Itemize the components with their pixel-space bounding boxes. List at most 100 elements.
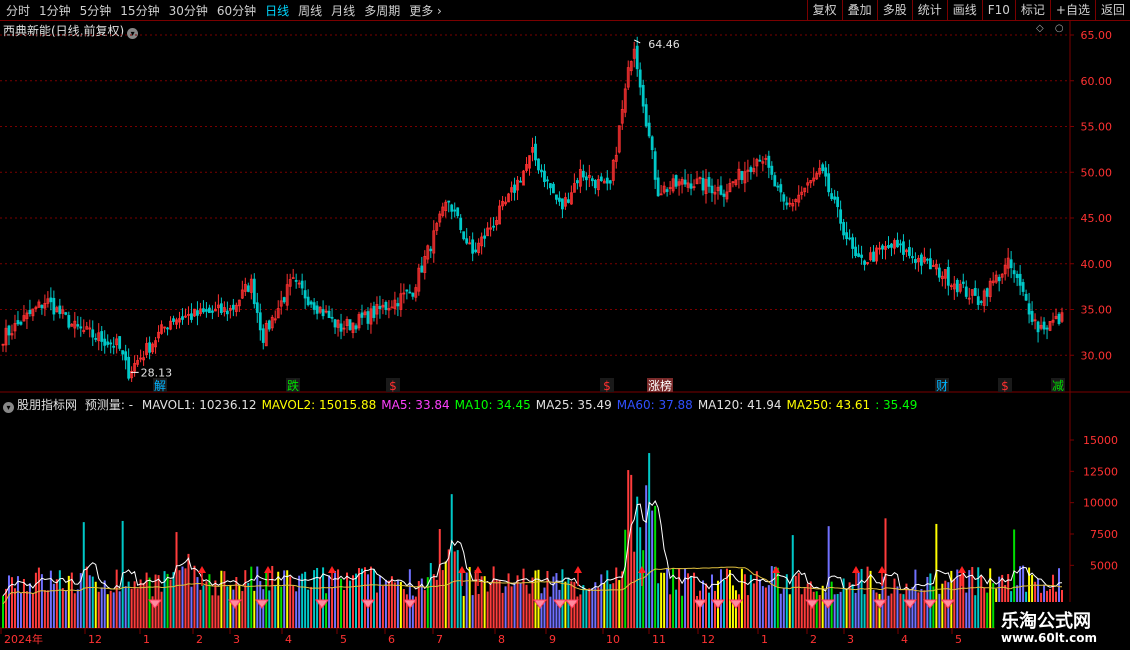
volume-bar — [232, 589, 235, 628]
volume-bar — [396, 580, 399, 628]
volume-bar — [322, 567, 325, 628]
volume-bar — [519, 582, 522, 628]
volume-bar — [205, 581, 208, 628]
up-arrow-icon — [574, 566, 582, 573]
volume-bar — [884, 518, 887, 628]
candle-body — [312, 302, 316, 310]
candle-body — [653, 151, 657, 180]
volume-bar — [40, 574, 43, 628]
candle-body — [919, 254, 923, 266]
volume-bar — [372, 569, 375, 628]
candle-body — [590, 178, 594, 182]
volume-bar — [657, 583, 660, 628]
candle-body — [707, 177, 711, 187]
candle-body — [946, 266, 950, 286]
candle-body — [710, 185, 714, 194]
candle-body — [465, 238, 469, 244]
volume-bar — [956, 569, 959, 628]
volume-bar — [713, 590, 716, 628]
volume-bar — [794, 575, 797, 628]
volume-bar — [438, 529, 441, 628]
volume-bar — [13, 588, 16, 628]
volume-bar — [363, 567, 366, 628]
price-tick-label: 35.00 — [1081, 304, 1113, 317]
candle-body — [1009, 259, 1013, 269]
x-axis-label: 11 — [652, 633, 666, 646]
volume-bar — [678, 568, 681, 628]
volume-bar — [85, 566, 88, 628]
candle-body — [857, 253, 860, 257]
high-price-label: 64.46 — [648, 38, 680, 51]
candle-body — [842, 222, 846, 236]
candle-body — [327, 310, 331, 319]
volume-bar — [489, 584, 492, 628]
volume-bar — [740, 568, 743, 628]
volume-bar — [106, 594, 109, 628]
x-axis-label: 8 — [498, 633, 505, 646]
candle-body — [833, 196, 837, 200]
volume-bar — [663, 572, 666, 628]
volume-bar — [857, 572, 860, 628]
candle-body — [566, 199, 570, 203]
volume-bar — [968, 570, 971, 628]
volume-bar — [758, 579, 761, 628]
volume-bar — [785, 574, 788, 628]
volume-bar — [986, 592, 989, 628]
candle-body — [348, 319, 352, 330]
volume-bar — [82, 522, 85, 628]
candle-body — [28, 309, 32, 314]
candle-body — [196, 310, 199, 316]
volume-bar — [441, 570, 444, 628]
candle-body — [719, 185, 723, 195]
candle-body — [225, 310, 229, 315]
volume-bar — [782, 588, 785, 628]
volume-bar — [352, 575, 355, 628]
candle-body — [519, 180, 522, 183]
volume-bar — [214, 580, 217, 628]
volume-bar — [124, 586, 127, 628]
volume-bar — [244, 570, 247, 628]
volume-bar — [507, 573, 510, 628]
candle-body — [928, 258, 932, 270]
volume-bar — [133, 581, 136, 628]
volume-bar — [43, 590, 46, 628]
volume-bar — [193, 565, 196, 628]
candle-body — [181, 316, 184, 320]
candle-body — [246, 285, 250, 292]
chart-canvas[interactable]: 65.00 60.00 55.00 50.00 45.00 40.00 35.00 30.00… — [0, 0, 1130, 650]
candle-body — [291, 277, 295, 280]
candle-body — [76, 324, 80, 327]
candle-body — [773, 175, 777, 187]
candle-body — [471, 239, 475, 254]
volume-bar — [435, 579, 438, 628]
candle-body — [67, 315, 71, 328]
candle-body — [339, 323, 343, 332]
candle-body — [851, 237, 854, 249]
x-axis-label: 7 — [436, 633, 443, 646]
volume-bar — [103, 580, 106, 628]
candle-body — [79, 326, 83, 329]
volume-bar — [220, 570, 223, 628]
candle-body — [396, 303, 400, 307]
volume-bar — [989, 568, 992, 628]
volume-bar — [800, 594, 803, 628]
volume-bar — [172, 572, 175, 628]
diamond-signal-icon — [729, 599, 743, 609]
price-tick-label: 30.00 — [1081, 349, 1113, 362]
x-axis-label: 12 — [88, 633, 102, 646]
volume-bar — [211, 595, 214, 628]
volume-bar — [728, 570, 731, 628]
event-marker-4: 涨榜 — [648, 378, 672, 393]
x-axis-label: 5 — [955, 633, 962, 646]
volume-bar — [19, 593, 22, 628]
volume-bar — [444, 561, 447, 628]
volume-bar — [797, 572, 800, 628]
volume-bar — [468, 566, 471, 628]
volume-bar — [803, 588, 806, 628]
volume-bar — [112, 592, 115, 628]
candle-body — [483, 235, 487, 239]
price-tick-label: 40.00 — [1081, 258, 1113, 271]
volume-bar — [965, 592, 968, 628]
volume-bar — [531, 577, 534, 628]
volume-bar — [932, 586, 935, 628]
